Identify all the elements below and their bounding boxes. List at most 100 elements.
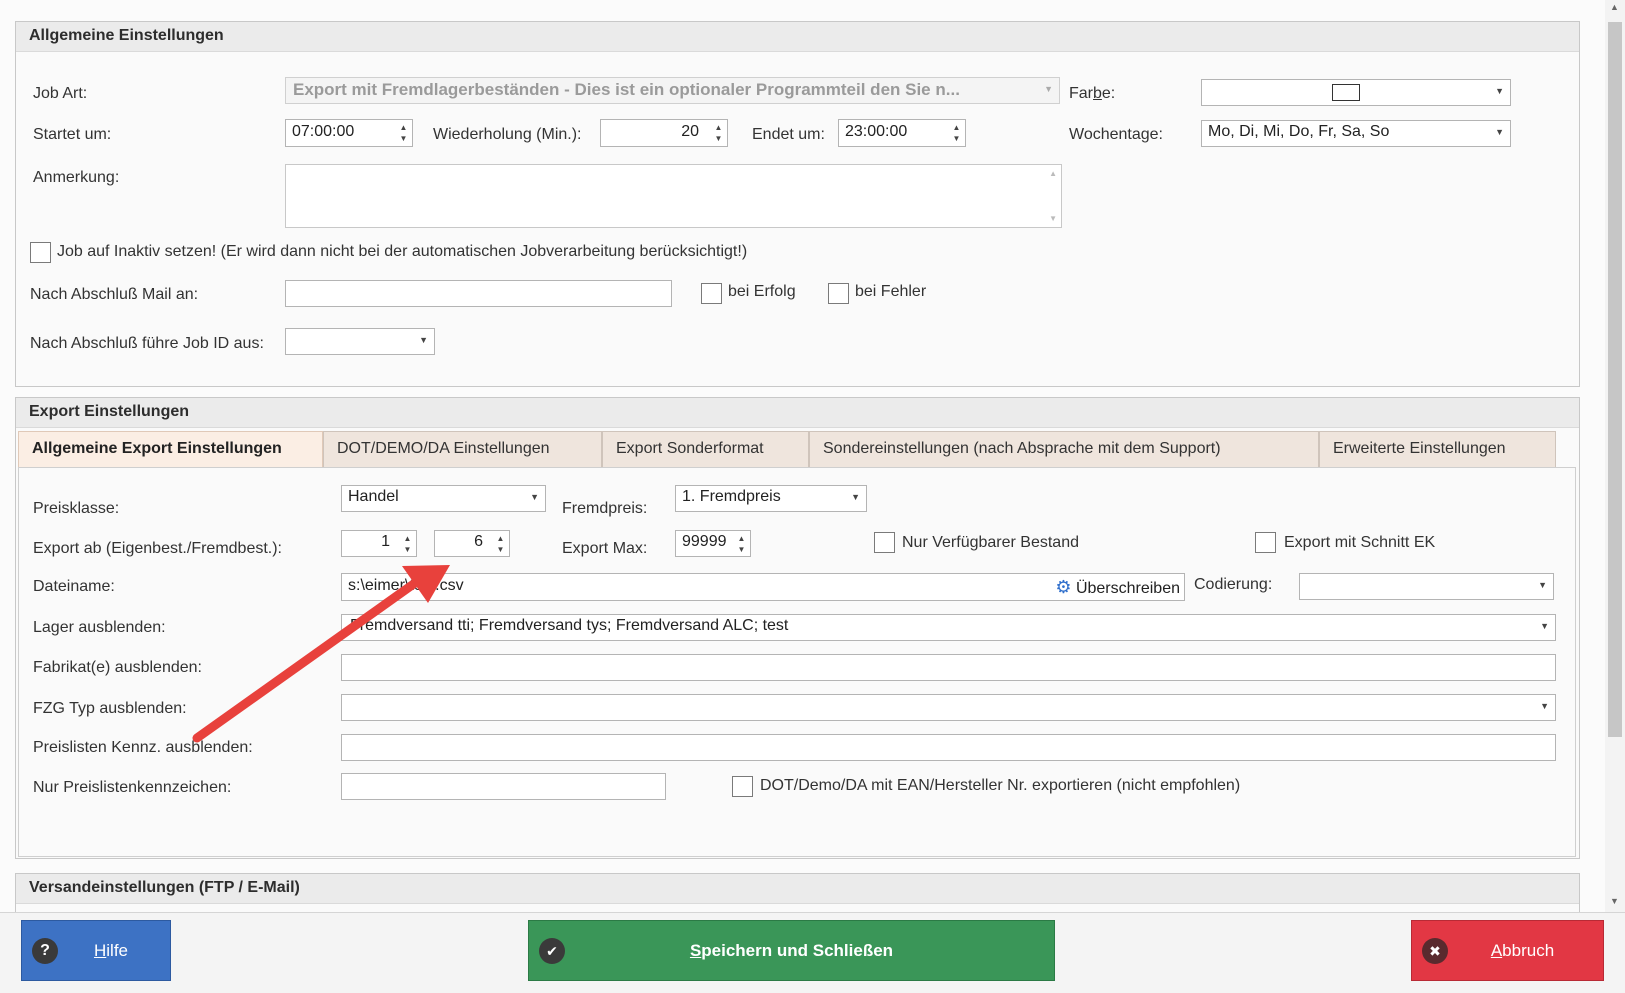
dateiname-label: Dateiname: [33, 578, 115, 595]
spin-arrows-icon[interactable]: ▲ ▼ [495, 533, 506, 555]
abbruch-button[interactable]: ✖ Abbruch [1411, 920, 1604, 981]
save-close-button[interactable]: ✔ Speichern und Schließen [528, 920, 1055, 981]
endet-input[interactable]: 23:00:00 ▲ ▼ [838, 119, 966, 147]
dot-ean-label: DOT/Demo/DA mit EAN/Hersteller Nr. expor… [760, 777, 1241, 794]
lager-label: Lager ausblenden: [33, 619, 166, 636]
spin-arrows-icon[interactable]: ▲ ▼ [398, 122, 409, 144]
tab-content-panel: Preisklasse: Handel ▼ Fremdpreis: 1. Fre… [18, 467, 1576, 857]
fabrikat-input[interactable] [341, 654, 1556, 681]
spin-arrows-icon[interactable]: ▲ ▼ [951, 122, 962, 144]
nur-preislisten-input[interactable] [341, 773, 666, 800]
chevron-down-icon: ▼ [1540, 701, 1549, 711]
fzg-select[interactable]: ▼ [341, 694, 1556, 721]
ueberschreiben-label: Überschreiben [1075, 580, 1180, 597]
startet-input[interactable]: 07:00:00 ▲ ▼ [285, 119, 413, 147]
dot-ean-checkbox[interactable] [732, 776, 753, 797]
fabrikat-label: Fabrikat(e) ausblenden: [33, 659, 202, 676]
scroll-up-icon[interactable]: ▲ [1049, 169, 1057, 178]
job-art-select[interactable]: Export mit Fremdlagerbeständen - Dies is… [285, 77, 1060, 104]
schnitt-ek-label: Export mit Schnitt EK [1284, 534, 1436, 551]
chevron-down-icon: ▼ [1495, 86, 1504, 96]
tab-erweiterte-einstellungen[interactable]: Erweiterte Einstellungen [1319, 431, 1556, 467]
preisklasse-select[interactable]: Handel ▼ [341, 485, 546, 512]
job-art-label: Job Art: [33, 85, 88, 102]
general-settings-header: Allgemeine Einstellungen [16, 22, 1579, 52]
anmerkung-textarea[interactable]: ▲ ▼ [285, 164, 1062, 228]
fremdpreis-value: 1. Fremdpreis [682, 488, 781, 505]
lager-select[interactable]: Fremdversand tti; Fremdversand tys; Frem… [341, 614, 1556, 641]
spin-arrows-icon[interactable]: ▲ ▼ [402, 533, 413, 555]
chevron-down-icon: ▼ [1540, 621, 1549, 631]
lager-value: Fremdversand tti; Fremdversand tys; Frem… [350, 617, 789, 634]
export-ab-label: Export ab (Eigenbest./Fremdbest.): [33, 540, 282, 557]
codierung-select[interactable]: ▼ [1299, 573, 1554, 600]
export-settings-group: Export Einstellungen Allgemeine Export E… [15, 397, 1580, 859]
tab-allgemeine-export[interactable]: Allgemeine Export Einstellungen [18, 431, 323, 467]
wochentage-label: Wochentage: [1069, 126, 1163, 143]
help-icon: ? [32, 938, 58, 964]
job-art-value: Export mit Fremdlagerbeständen - Dies is… [293, 80, 960, 99]
tab-sondereinstellungen[interactable]: Sondereinstellungen (nach Absprache mit … [809, 431, 1319, 467]
chevron-down-icon: ▼ [851, 492, 860, 502]
job-id-select[interactable]: ▼ [285, 328, 435, 355]
preisklasse-label: Preisklasse: [33, 500, 120, 517]
ueberschreiben-button[interactable]: ⚙ Überschreiben [1055, 577, 1180, 598]
farbe-label: Farbe: [1069, 85, 1116, 102]
versand-settings-header: Versandeinstellungen (FTP / E-Mail) [16, 874, 1579, 904]
export-max-label: Export Max: [562, 540, 648, 557]
export-max-input[interactable]: 99999 ▲ ▼ [675, 530, 751, 557]
anmerkung-label: Anmerkung: [33, 169, 120, 186]
chevron-down-icon: ▼ [530, 492, 539, 502]
spin-arrows-icon[interactable]: ▲ ▼ [736, 533, 747, 555]
dateiname-input[interactable]: s:\eimer\test.csv ⚙ Überschreiben [341, 573, 1185, 601]
nur-verfuegbar-checkbox[interactable] [874, 532, 895, 553]
hilfe-button[interactable]: ? Hilfe [21, 920, 171, 981]
farbe-select[interactable]: ▼ [1201, 79, 1511, 106]
scrollbar[interactable]: ▲ ▼ [1605, 0, 1625, 912]
wiederholung-input[interactable]: 20 ▲ ▼ [600, 119, 728, 147]
nur-preislisten-label: Nur Preislistenkennzeichen: [33, 779, 232, 796]
nur-verfuegbar-label: Nur Verfügbarer Bestand [902, 534, 1079, 551]
export-settings-header: Export Einstellungen [16, 398, 1579, 428]
fehler-checkbox[interactable] [828, 283, 849, 304]
schnitt-ek-checkbox[interactable] [1255, 532, 1276, 553]
wiederholung-label: Wiederholung (Min.): [433, 126, 582, 143]
close-icon: ✖ [1422, 938, 1448, 964]
tab-dot-demo-da[interactable]: DOT/DEMO/DA Einstellungen [323, 431, 602, 467]
startet-label: Startet um: [33, 126, 112, 143]
endet-value: 23:00:00 [845, 123, 908, 140]
preislisten-input[interactable] [341, 734, 1556, 761]
scroll-down-icon[interactable]: ▼ [1610, 896, 1619, 906]
export-ab-fremd-value: 6 [474, 533, 483, 550]
export-ab-eigen-value: 1 [381, 533, 390, 550]
export-ab-fremd-input[interactable]: 6 ▲ ▼ [434, 530, 510, 557]
export-max-value: 99999 [682, 533, 727, 550]
endet-label: Endet um: [752, 126, 825, 143]
general-settings-group: Allgemeine Einstellungen Job Art: Export… [15, 21, 1580, 387]
scroll-up-icon[interactable]: ▲ [1610, 2, 1619, 12]
scroll-down-icon[interactable]: ▼ [1049, 214, 1057, 223]
abbruch-label: Abbruch [1490, 940, 1555, 960]
wochentage-select[interactable]: Mo, Di, Mi, Do, Fr, Sa, So ▼ [1201, 120, 1511, 147]
job-id-label: Nach Abschluß führe Job ID aus: [30, 335, 264, 352]
export-ab-eigen-input[interactable]: 1 ▲ ▼ [341, 530, 417, 557]
mail-input[interactable] [285, 280, 672, 307]
spin-arrows-icon[interactable]: ▲ ▼ [713, 122, 724, 144]
color-swatch [1332, 84, 1360, 101]
chevron-down-icon: ▼ [1044, 84, 1053, 94]
wochentage-value: Mo, Di, Mi, Do, Fr, Sa, So [1208, 123, 1390, 140]
scrollbar-thumb[interactable] [1608, 22, 1622, 737]
mail-label: Nach Abschluß Mail an: [30, 286, 199, 303]
wiederholung-value: 20 [681, 123, 699, 140]
chevron-down-icon: ▼ [1538, 580, 1547, 590]
inaktiv-checkbox[interactable] [30, 242, 51, 263]
erfolg-checkbox[interactable] [701, 283, 722, 304]
fremdpreis-select[interactable]: 1. Fremdpreis ▼ [675, 485, 867, 512]
gear-icon: ⚙ [1055, 577, 1072, 597]
dateiname-value: s:\eimer\test.csv [348, 577, 464, 594]
tab-export-sonderformat[interactable]: Export Sonderformat [602, 431, 809, 467]
codierung-label: Codierung: [1194, 576, 1273, 593]
inaktiv-label: Job auf Inaktiv setzen! (Er wird dann ni… [57, 243, 748, 260]
save-close-label: Speichern und Schließen [689, 940, 894, 960]
checkmark-icon: ✔ [539, 938, 565, 964]
